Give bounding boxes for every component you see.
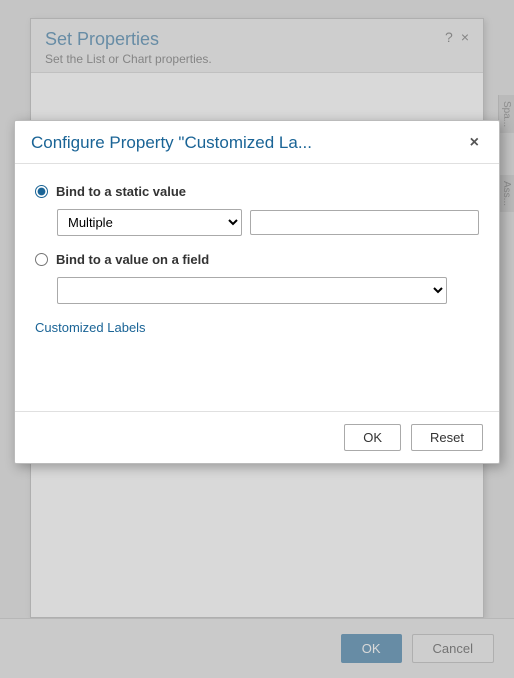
static-value-label[interactable]: Bind to a static value [56,184,186,199]
static-value-text-input[interactable] [250,210,479,235]
modal-close-button[interactable]: × [466,134,483,152]
static-value-controls: Multiple Single None [57,209,479,236]
field-value-radio[interactable] [35,253,48,266]
multiple-select-dropdown[interactable]: Multiple Single None [57,209,242,236]
customized-labels-link[interactable]: Customized Labels [35,320,479,335]
field-dropdown[interactable] [57,277,447,304]
modal-ok-button[interactable]: OK [344,424,401,451]
modal-header: Configure Property "Customized La... × [15,121,499,164]
static-value-option-row: Bind to a static value [35,184,479,199]
field-value-label[interactable]: Bind to a value on a field [56,252,209,267]
static-value-radio[interactable] [35,185,48,198]
field-select-row [57,277,479,304]
modal-title: Configure Property "Customized La... [31,133,312,153]
modal-body: Bind to a static value Multiple Single N… [15,164,499,411]
configure-property-modal: Configure Property "Customized La... × B… [14,120,500,464]
modal-footer: OK Reset [15,411,499,463]
field-value-option-row: Bind to a value on a field [35,252,479,267]
modal-reset-button[interactable]: Reset [411,424,483,451]
